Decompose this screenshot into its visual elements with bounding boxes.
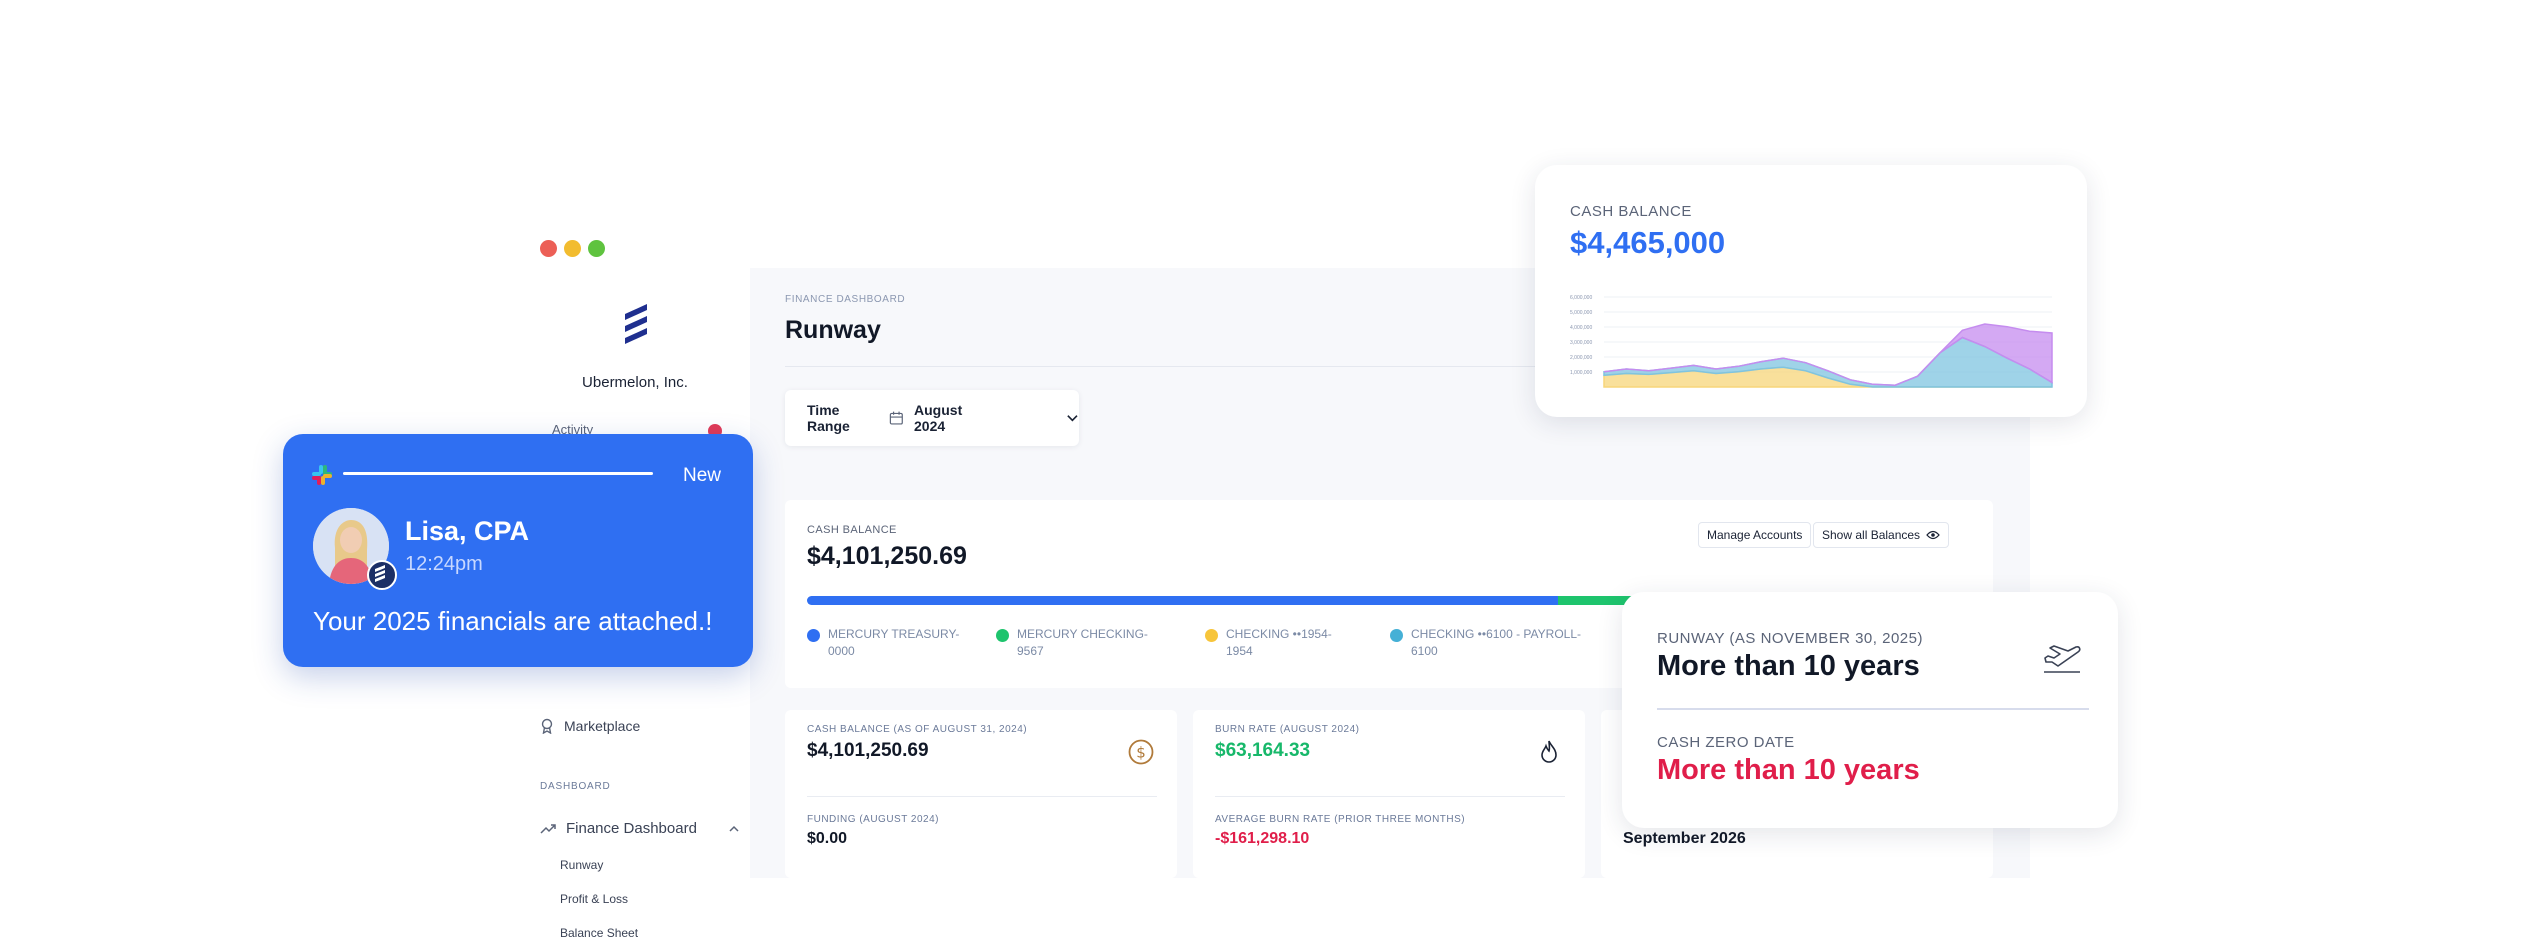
y-tick-label: 2,000,000: [1570, 355, 1592, 361]
trend-up-icon: [540, 823, 556, 834]
page-title: Runway: [785, 316, 881, 344]
legend-dot: [996, 629, 1009, 642]
new-badge: New: [682, 465, 721, 486]
company-logo: [625, 304, 647, 344]
legend-text: 9567: [1017, 644, 1044, 658]
metric-card-burn-rate: BURN RATE (AUGUST 2024) $63,164.33 AVERA…: [1193, 710, 1585, 878]
svg-text:$: $: [1136, 744, 1146, 762]
slack-logo-icon: [312, 465, 332, 485]
legend-text: 6100: [1411, 644, 1438, 658]
award-icon: [541, 718, 553, 734]
sidebar-subitem-runway[interactable]: Runway: [560, 858, 603, 872]
breadcrumb: FINANCE DASHBOARD: [785, 294, 906, 305]
sidebar-item-label: Finance Dashboard: [566, 820, 697, 837]
legend-text: 1954: [1226, 644, 1253, 658]
legend-dot: [1390, 629, 1403, 642]
legend-dot: [807, 629, 820, 642]
metric-value: $0.00: [807, 830, 848, 847]
legend-text: 0000: [828, 644, 855, 658]
slack-notification[interactable]: New Lisa, CPA 12:24pm Your 2025 financia…: [283, 434, 753, 667]
company-name: Ubermelon, Inc.: [582, 374, 688, 391]
metric-value: September 2026: [1623, 830, 1746, 847]
time-range-value: August 2024: [914, 402, 963, 434]
y-tick-label: 5,000,000: [1570, 310, 1592, 316]
cash-balance-widget: CASH BALANCE $4,465,000 6,000,000 5,000,0…: [1535, 165, 2087, 417]
window-close-button[interactable]: [540, 240, 557, 257]
sender-name: Lisa, CPA: [405, 516, 530, 546]
legend-text: MERCURY TREASURY-: [828, 627, 960, 641]
divider: [1215, 796, 1565, 797]
divider: [807, 796, 1157, 797]
legend-item: CHECKING ••6100 - PAYROLL- 6100: [1390, 626, 1581, 660]
runway-label: RUNWAY (AS NOVEMBER 30, 2025): [1657, 630, 1923, 647]
chevron-down-icon: [1067, 415, 1078, 422]
metric-label: BURN RATE (AUGUST 2024): [1215, 724, 1360, 735]
notification-message: Your 2025 financials are attached.!: [313, 606, 713, 636]
metric-card-cash-balance: CASH BALANCE (AS OF AUGUST 31, 2024) $4,…: [785, 710, 1177, 878]
button-label: Manage Accounts: [1707, 528, 1803, 542]
runway-widget: RUNWAY (AS NOVEMBER 30, 2025) More than …: [1622, 592, 2118, 828]
sidebar-item-marketplace[interactable]: Marketplace: [540, 718, 640, 734]
window-maximize-button[interactable]: [588, 240, 605, 257]
flame-icon: [1541, 740, 1557, 763]
company-logo-icon: [375, 565, 385, 582]
show-all-balances-button[interactable]: Show all Balances: [1813, 522, 1950, 548]
y-tick-label: 1,000,000: [1570, 370, 1592, 376]
cash-balance-area-chart: 6,000,000 5,000,000 4,000,000 3,000,000 2,00…: [1570, 295, 2053, 388]
time-range-select[interactable]: Time Range August 2024: [785, 390, 1079, 446]
chevron-up-icon[interactable]: [728, 825, 740, 833]
avatar-app-badge: [367, 560, 397, 590]
eye-icon: [1926, 530, 1940, 540]
manage-accounts-button[interactable]: Manage Accounts: [1698, 522, 1812, 548]
sidebar-item-finance-dashboard[interactable]: Finance Dashboard: [540, 820, 740, 837]
message-time: 12:24pm: [405, 553, 483, 575]
legend-item: MERCURY TREASURY- 0000: [807, 626, 959, 660]
divider: [1657, 708, 2089, 710]
sidebar-item-label: Marketplace: [564, 718, 641, 734]
widget-label: CASH BALANCE: [1570, 203, 1692, 220]
sidebar-subitem-balance-sheet[interactable]: Balance Sheet: [560, 926, 638, 940]
widget-amount: $4,465,000: [1570, 225, 1726, 260]
metric-label: AVERAGE BURN RATE (PRIOR THREE MONTHS): [1215, 814, 1466, 825]
legend-item: MERCURY CHECKING- 9567: [996, 626, 1148, 660]
cash-zero-date-label: CASH ZERO DATE: [1657, 734, 1795, 751]
metric-value: $63,164.33: [1215, 740, 1311, 761]
button-label: Show all Balances: [1822, 528, 1921, 542]
airplane-takeoff-icon: [2044, 645, 2081, 673]
legend-dot: [1205, 629, 1218, 642]
cash-zero-date-value: More than 10 years: [1657, 754, 1920, 786]
window-minimize-button[interactable]: [564, 240, 581, 257]
y-tick-label: 3,000,000: [1570, 340, 1592, 346]
calendar-icon: [890, 411, 904, 425]
legend-text: MERCURY CHECKING-: [1017, 627, 1148, 641]
dollar-coin-icon: $: [1128, 739, 1154, 765]
time-range-label: Time Range: [807, 402, 850, 434]
bar-segment-0: [807, 596, 1558, 605]
sidebar-subitem-profit-loss[interactable]: Profit & Loss: [560, 892, 628, 906]
y-tick-label: 6,000,000: [1570, 295, 1592, 301]
metric-value: -$161,298.10: [1215, 830, 1310, 847]
notification-progress-bar: [343, 472, 653, 475]
metric-value: $4,101,250.69: [807, 740, 929, 761]
cash-balance-amount: $4,101,250.69: [807, 542, 967, 570]
y-tick-label: 4,000,000: [1570, 325, 1592, 331]
metric-label: CASH BALANCE (AS OF AUGUST 31, 2024): [807, 724, 1028, 735]
runway-value: More than 10 years: [1657, 650, 1920, 682]
legend-item: CHECKING ••1954- 1954: [1205, 626, 1332, 660]
metric-label: FUNDING (AUGUST 2024): [807, 814, 940, 825]
cash-balance-label: CASH BALANCE: [807, 524, 897, 536]
legend-text: CHECKING ••6100 - PAYROLL-: [1411, 627, 1582, 641]
sidebar-section-label: DASHBOARD: [540, 781, 611, 792]
legend-text: CHECKING ••1954-: [1226, 627, 1332, 641]
